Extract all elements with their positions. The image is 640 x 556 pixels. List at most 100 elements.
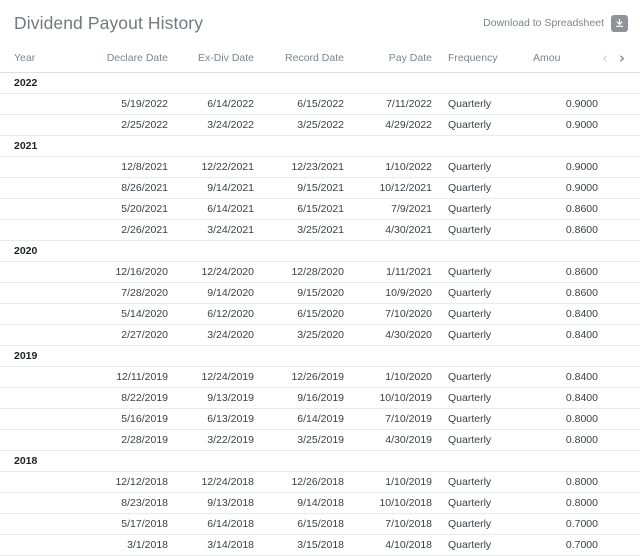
cell-pay-date: 1/10/2019 <box>385 475 432 488</box>
cell-frequency: Quarterly <box>448 370 492 383</box>
column-header-amount: Amou <box>533 51 561 64</box>
cell-year-blank <box>0 429 78 450</box>
column-header-declare-date: Declare Date <box>106 51 168 64</box>
chevron-left-icon[interactable]: ‹ <box>602 50 608 66</box>
cell-year-blank <box>0 471 78 492</box>
cell-year-blank <box>0 387 78 408</box>
cell-nav-spacer <box>598 513 640 534</box>
table-row[interactable]: 2/25/2022 3/24/2022 3/25/2022 4/29/2022 Quar… <box>0 114 640 135</box>
year-row-spacer <box>78 240 174 261</box>
table-row[interactable]: 12/11/2019 12/24/2019 12/26/2019 1/10/2020 Q… <box>0 366 640 387</box>
table-row[interactable]: 8/26/2021 9/14/2021 9/15/2021 10/12/2021 Qua… <box>0 177 640 198</box>
year-row-spacer <box>350 72 442 93</box>
cell-record-date: 3/15/2018 <box>297 538 344 551</box>
table-row[interactable]: 8/23/2018 9/13/2018 9/14/2018 10/10/2018 Qua… <box>0 492 640 513</box>
cell-amount: 0.8400 <box>565 391 598 404</box>
table-row[interactable]: 5/16/2019 6/13/2019 6/14/2019 7/10/2019 Quar… <box>0 408 640 429</box>
table-row[interactable]: 5/17/2018 6/14/2018 6/15/2018 7/10/2018 Quar… <box>0 513 640 534</box>
table-row[interactable]: 12/12/2018 12/24/2018 12/26/2018 1/10/2019 Q… <box>0 471 640 492</box>
table-pagination: ‹ › <box>598 46 640 72</box>
download-icon[interactable] <box>611 14 628 32</box>
cell-declare-date: 12/11/2019 <box>116 370 168 383</box>
column-header-ex-div-date: Ex-Div Date <box>197 51 254 64</box>
cell-nav-spacer <box>598 282 640 303</box>
table-row[interactable]: 5/20/2021 6/14/2021 6/15/2021 7/9/2021 Quart… <box>0 198 640 219</box>
year-row-spacer <box>260 345 350 366</box>
cell-ex-div-date: 3/24/2020 <box>207 328 254 341</box>
download-label: Download to Spreadsheet <box>483 17 604 29</box>
cell-frequency: Quarterly <box>448 97 492 110</box>
cell-pay-date: 7/10/2018 <box>385 517 432 530</box>
cell-pay-date: 1/10/2020 <box>385 370 432 383</box>
column-header-year: Year <box>14 51 36 64</box>
year-row-spacer <box>350 135 442 156</box>
table-row[interactable]: 2/28/2019 3/22/2019 3/25/2019 4/30/2019 Quar… <box>0 429 640 450</box>
cell-pay-date: 10/12/2021 <box>379 181 432 194</box>
cell-nav-spacer <box>598 177 640 198</box>
cell-declare-date: 8/26/2021 <box>121 181 168 194</box>
cell-declare-date: 3/1/2018 <box>127 538 168 551</box>
cell-ex-div-date: 9/14/2020 <box>207 286 254 299</box>
table-row[interactable]: 12/8/2021 12/22/2021 12/23/2021 1/10/2022 Qu… <box>0 156 640 177</box>
table-header-row: Year Declare Date Ex-Div Date Record Dat… <box>0 46 640 72</box>
cell-nav-spacer <box>598 303 640 324</box>
year-row-spacer <box>350 450 442 471</box>
year-row-spacer <box>598 135 640 156</box>
cell-nav-spacer <box>598 408 640 429</box>
cell-frequency: Quarterly <box>448 223 492 236</box>
table-row[interactable]: 5/14/2020 6/12/2020 6/15/2020 7/10/2020 Quar… <box>0 303 640 324</box>
cell-frequency: Quarterly <box>448 412 492 425</box>
table-row[interactable]: 2/26/2021 3/24/2021 3/25/2021 4/30/2021 Quar… <box>0 219 640 240</box>
year-row-spacer <box>174 135 260 156</box>
year-row-spacer <box>442 450 530 471</box>
cell-ex-div-date: 3/22/2019 <box>207 433 254 446</box>
chevron-right-icon[interactable]: › <box>619 50 625 66</box>
year-row-spacer <box>442 135 530 156</box>
table-row[interactable]: 5/19/2022 6/14/2022 6/15/2022 7/11/2022 Quar… <box>0 93 640 114</box>
cell-record-date: 3/25/2019 <box>297 433 344 446</box>
cell-declare-date: 7/28/2020 <box>121 286 168 299</box>
table-row[interactable]: 8/22/2019 9/13/2019 9/16/2019 10/10/2019 Qua… <box>0 387 640 408</box>
cell-ex-div-date: 6/13/2019 <box>207 412 254 425</box>
cell-record-date: 9/14/2018 <box>297 496 344 509</box>
cell-record-date: 6/15/2022 <box>297 97 344 110</box>
year-row-spacer <box>78 72 174 93</box>
cell-pay-date: 10/10/2018 <box>379 496 432 509</box>
cell-nav-spacer <box>598 198 640 219</box>
table-row[interactable]: 3/1/2018 3/14/2018 3/15/2018 4/10/2018 Quart… <box>0 534 640 555</box>
cell-declare-date: 8/23/2018 <box>121 496 168 509</box>
cell-pay-date: 10/10/2019 <box>379 391 432 404</box>
cell-amount: 0.7000 <box>565 517 598 530</box>
year-group-row: 2022 <box>0 72 640 93</box>
cell-ex-div-date: 6/14/2018 <box>207 517 254 530</box>
year-row-spacer <box>442 345 530 366</box>
year-row-spacer <box>350 240 442 261</box>
year-row-spacer <box>350 345 442 366</box>
cell-frequency: Quarterly <box>448 160 492 173</box>
year-row-spacer <box>260 450 350 471</box>
year-row-spacer <box>78 135 174 156</box>
cell-record-date: 6/15/2018 <box>297 517 344 530</box>
table-row[interactable]: 2/27/2020 3/24/2020 3/25/2020 4/30/2020 Quar… <box>0 324 640 345</box>
cell-pay-date: 7/11/2022 <box>386 97 432 110</box>
table-header: Year Declare Date Ex-Div Date Record Dat… <box>0 46 640 72</box>
table-row[interactable]: 12/16/2020 12/24/2020 12/28/2020 1/11/2021 Q… <box>0 261 640 282</box>
year-row-spacer <box>78 345 174 366</box>
cell-nav-spacer <box>598 156 640 177</box>
year-label: 2020 <box>14 244 38 257</box>
cell-declare-date: 5/19/2022 <box>121 97 168 110</box>
table-row[interactable]: 7/28/2020 9/14/2020 9/15/2020 10/9/2020 Quar… <box>0 282 640 303</box>
cell-record-date: 6/14/2019 <box>297 412 344 425</box>
year-row-spacer <box>174 345 260 366</box>
cell-ex-div-date: 6/14/2022 <box>207 97 254 110</box>
cell-declare-date: 2/27/2020 <box>121 328 168 341</box>
cell-nav-spacer <box>598 429 640 450</box>
cell-amount: 0.9000 <box>565 118 598 131</box>
year-label: 2022 <box>14 76 38 89</box>
cell-frequency: Quarterly <box>448 202 492 215</box>
cell-declare-date: 5/17/2018 <box>121 517 168 530</box>
download-to-spreadsheet-button[interactable]: Download to Spreadsheet <box>483 14 628 32</box>
year-label: 2021 <box>14 139 38 152</box>
cell-frequency: Quarterly <box>448 265 492 278</box>
cell-amount: 0.7000 <box>565 538 598 551</box>
